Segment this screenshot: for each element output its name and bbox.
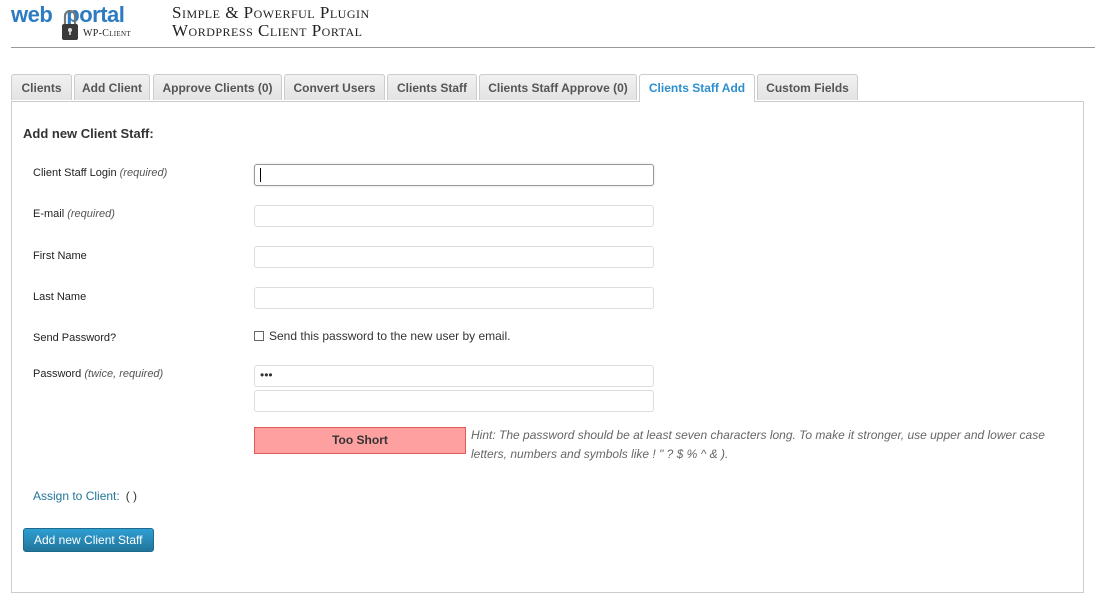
password-mask: ••• (260, 368, 273, 382)
add-client-staff-button[interactable]: Add new Client Staff (23, 528, 154, 552)
tab-custom-fields[interactable]: Custom Fields (757, 74, 858, 100)
text-caret (260, 168, 261, 182)
last-name-label: Last Name (33, 291, 87, 303)
tab-convert-users[interactable]: Convert Users (284, 74, 385, 100)
tab-approve-clients[interactable]: Approve Clients (0) (153, 74, 282, 100)
assign-to-client-row: Assign to Client: ( ) (33, 489, 137, 503)
tagline-line-1: Simple & Powerful Plugin (172, 3, 370, 22)
send-password-checkbox[interactable] (254, 331, 264, 341)
webportal-logo: web portal WP-Client (11, 2, 146, 44)
login-label: Client Staff Login (required) (33, 167, 168, 179)
form-title: Add new Client Staff: (23, 126, 154, 141)
password-input[interactable]: ••• (254, 365, 654, 387)
first-name-input[interactable] (254, 246, 654, 268)
tab-clients[interactable]: Clients (11, 74, 72, 100)
page-header: web portal WP-Client Simple & Powerful Pl… (0, 0, 1098, 48)
send-password-label: Send Password? (33, 332, 117, 344)
email-input[interactable] (254, 205, 654, 227)
tab-clients-staff[interactable]: Clients Staff (387, 74, 477, 100)
logo-word-web: web (11, 2, 53, 27)
assign-to-client-link[interactable]: Assign to Client: (33, 489, 120, 503)
tab-clients-staff-add[interactable]: Clients Staff Add (639, 74, 755, 102)
header-divider (11, 47, 1095, 48)
first-name-label: First Name (33, 250, 87, 262)
add-client-staff-panel: Add new Client Staff: Client Staff Login… (11, 101, 1084, 593)
password-hint: Hint: The password should be at least se… (471, 428, 1045, 461)
tab-clients-staff-approve[interactable]: Clients Staff Approve (0) (479, 74, 637, 100)
password-strength-indicator: Too Short (254, 427, 466, 454)
client-staff-login-input[interactable] (254, 164, 654, 186)
header-tagline: Simple & Powerful Plugin Wordpress Clien… (172, 4, 370, 40)
password-label: Password (twice, required) (33, 368, 164, 380)
tab-add-client[interactable]: Add Client (74, 74, 150, 100)
assigned-client-value: ( ) (125, 489, 138, 503)
send-password-checkbox-label[interactable]: Send this password to the new user by em… (269, 329, 510, 343)
last-name-input[interactable] (254, 287, 654, 309)
password-confirm-input[interactable] (254, 390, 654, 412)
email-label: E-mail (required) (33, 208, 115, 220)
tagline-line-2: Wordpress Client Portal (172, 21, 363, 40)
logo-subtitle: WP-Client (83, 28, 131, 39)
padlock-icon (62, 9, 78, 40)
